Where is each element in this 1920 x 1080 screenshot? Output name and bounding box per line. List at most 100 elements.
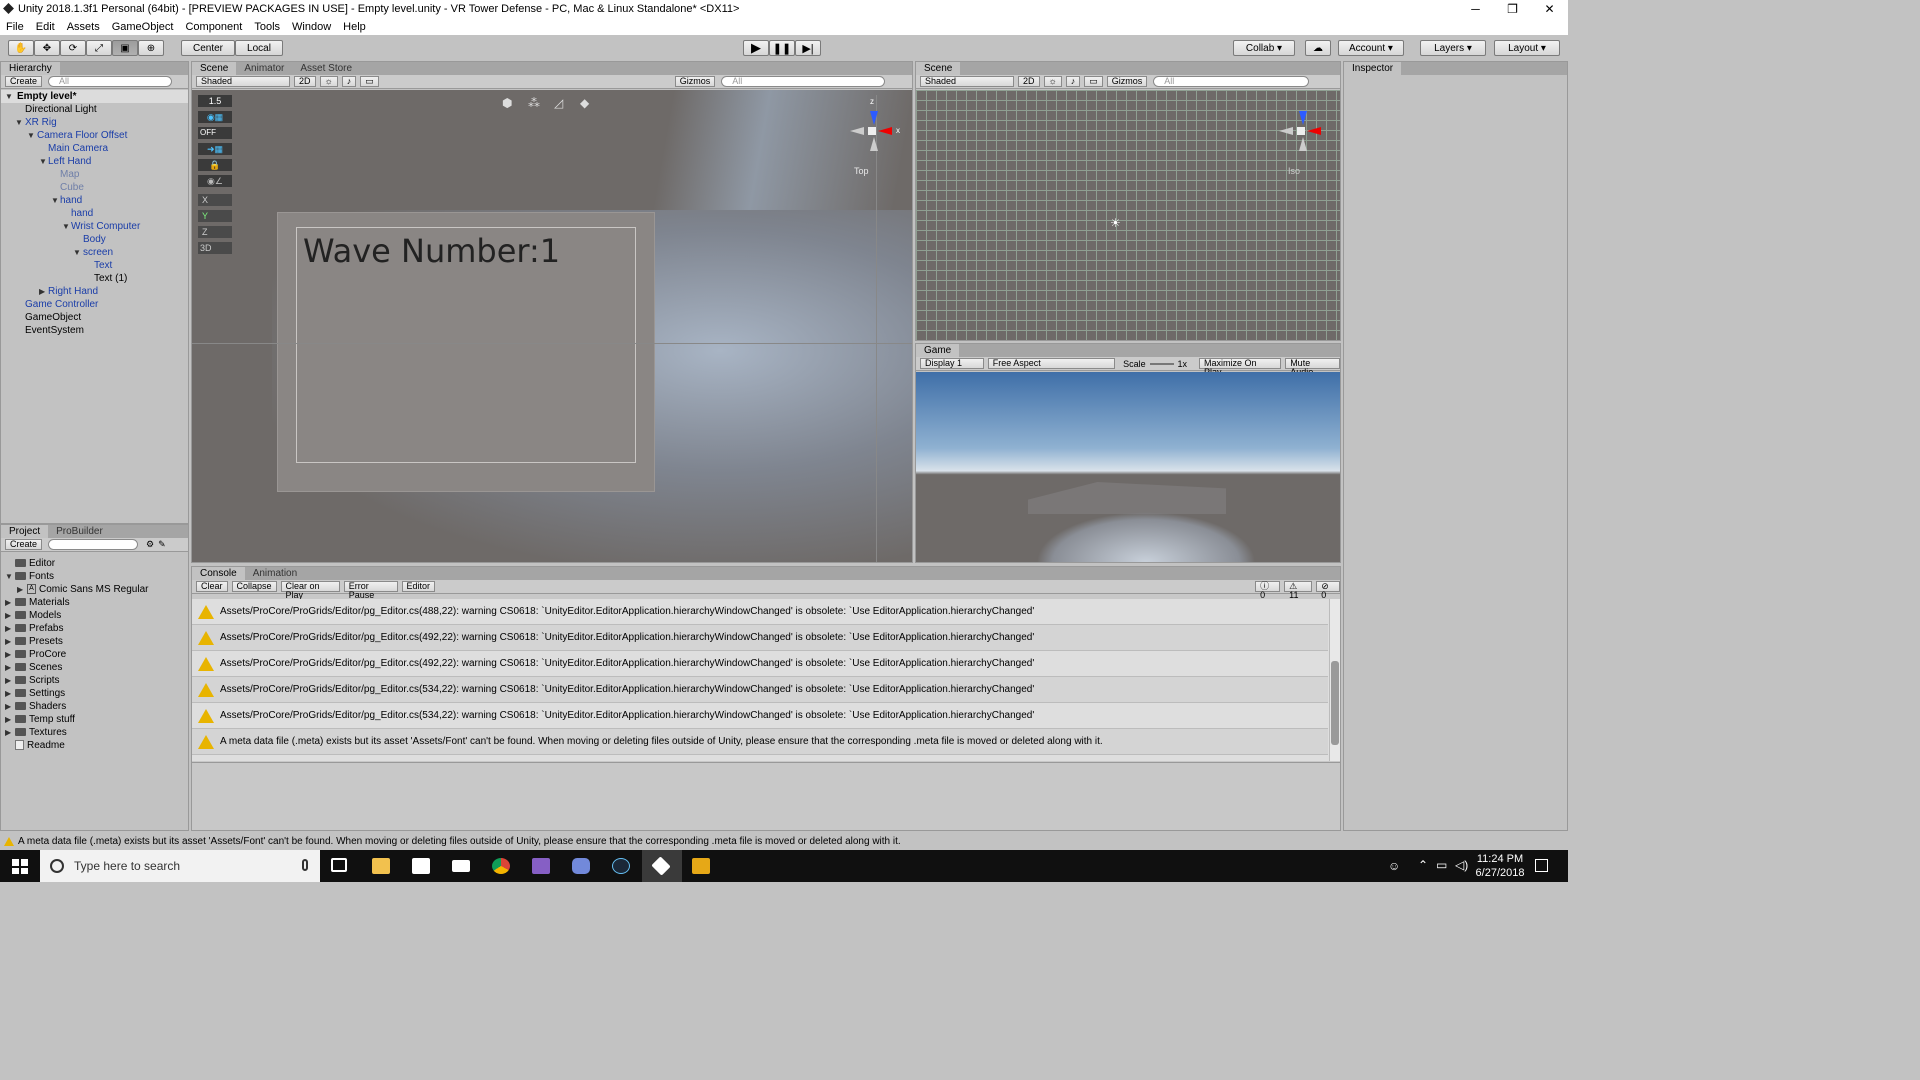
windows-start-icon[interactable] (12, 859, 28, 874)
scale-tool-icon[interactable]: ⤢ (86, 40, 112, 56)
audio-toggle-icon[interactable]: ♪ (1065, 76, 1081, 87)
clock[interactable]: 11:24 PM 6/27/2018 (1474, 852, 1526, 880)
hierarchy-item[interactable]: Right Hand (48, 285, 98, 298)
hierarchy-item[interactable]: Main Camera (48, 142, 108, 155)
filter-type-icon[interactable]: ⚙ (146, 539, 154, 550)
hierarchy-item[interactable]: Directional Light (25, 103, 97, 116)
log-entry[interactable]: A meta data file (.meta) exists but its … (192, 729, 1328, 755)
face-mode-icon[interactable]: ◆ (580, 96, 589, 110)
3d-grid-button[interactable]: 3D (198, 242, 232, 254)
hierarchy-item[interactable]: GameObject (25, 311, 81, 324)
collab-button[interactable]: Collab ▾ (1233, 40, 1295, 56)
taskbar-search-input[interactable]: Type here to search (74, 859, 180, 873)
console-scrollbar[interactable] (1329, 599, 1340, 761)
project-item[interactable]: Presets (15, 635, 63, 648)
project-item[interactable]: Textures (15, 726, 67, 739)
clear-on-play-button[interactable]: Clear on Play (280, 581, 340, 600)
menu-component[interactable]: Component (179, 21, 248, 33)
project-item[interactable]: Scenes (15, 661, 62, 674)
project-item[interactable]: Temp stuff (15, 713, 75, 726)
hierarchy-item[interactable]: Game Controller (25, 298, 98, 311)
log-entry[interactable]: Assets/ProCore/ProGrids/Editor/pg_Editor… (192, 625, 1328, 651)
action-center-icon[interactable] (1535, 859, 1548, 872)
project-item[interactable]: Models (15, 609, 61, 622)
hierarchy-search-input[interactable]: All (48, 76, 173, 87)
minimize-button[interactable]: ─ (1457, 0, 1494, 18)
tab-scene[interactable]: Scene (192, 62, 237, 75)
discord-icon[interactable] (572, 858, 590, 874)
collapse-button[interactable]: Collapse (231, 581, 277, 592)
volume-icon[interactable]: ◁) (1455, 858, 1468, 872)
lock-grid-icon[interactable]: 🔒 (198, 159, 232, 171)
project-create-dropdown[interactable]: Create (5, 539, 43, 550)
tab-probuilder[interactable]: ProBuilder (48, 525, 111, 538)
close-button[interactable]: ✕ (1531, 0, 1568, 18)
info-count-badge[interactable]: ⓘ 0 (1255, 581, 1281, 600)
toggle-2d-button-iso[interactable]: 2D (1018, 76, 1040, 87)
hierarchy-create-dropdown[interactable]: Create (5, 76, 43, 87)
scale-slider[interactable] (1149, 362, 1174, 365)
game-viewport[interactable] (916, 372, 1340, 562)
file-explorer-icon[interactable] (372, 858, 390, 874)
transform-tool-icon[interactable]: ⊕ (138, 40, 164, 56)
angle-visibility-icon[interactable]: ◉∠ (198, 175, 232, 187)
status-message[interactable]: A meta data file (.meta) exists but its … (18, 836, 901, 847)
restore-button[interactable]: ❐ (1494, 0, 1531, 18)
hierarchy-item[interactable]: Text (94, 259, 112, 272)
project-item[interactable]: Shaders (15, 700, 66, 713)
menu-tools[interactable]: Tools (248, 21, 286, 33)
scrollbar-thumb[interactable] (1331, 661, 1339, 745)
hierarchy-item[interactable]: Left Hand (48, 155, 91, 168)
log-entry[interactable]: Assets/ProCore/ProGrids/Editor/pg_Editor… (192, 651, 1328, 677)
z-axis-grid-button[interactable]: Z (198, 226, 232, 238)
microphone-icon[interactable] (302, 859, 308, 871)
error-pause-button[interactable]: Error Pause (343, 581, 398, 600)
layers-dropdown[interactable]: Layers ▾ (1420, 40, 1486, 56)
hierarchy-item[interactable]: Text (1) (94, 272, 127, 285)
hierarchy-item[interactable]: Body (83, 233, 106, 246)
hierarchy-item[interactable]: Camera Floor Offset (37, 129, 127, 142)
aspect-dropdown[interactable]: Free Aspect (987, 358, 1116, 369)
layout-dropdown[interactable]: Layout ▾ (1494, 40, 1560, 56)
pivot-local-button[interactable]: Local (235, 40, 283, 56)
scene-viewport-iso[interactable]: ☀ Iso (916, 90, 1340, 340)
scene-viewport[interactable]: Wave Number:1 1.5 ◉▦ OFF ➜▦ 🔒 ◉∠ X Y Z 3… (192, 90, 912, 562)
hierarchy-item[interactable]: Map (60, 168, 79, 181)
hierarchy-item[interactable]: XR Rig (25, 116, 57, 129)
project-item[interactable]: Readme (15, 739, 65, 752)
shading-mode-dropdown[interactable]: Shaded (196, 76, 290, 87)
people-icon[interactable]: ☺ (1388, 859, 1400, 873)
steam-icon[interactable] (612, 858, 630, 874)
pivot-center-button[interactable]: Center (181, 40, 235, 56)
orientation-gizmo-iso-icon[interactable] (1271, 95, 1331, 165)
network-icon[interactable]: ▭ (1436, 858, 1447, 872)
light-icon[interactable]: ☀ (1110, 216, 1121, 230)
menu-gameobject[interactable]: GameObject (106, 21, 180, 33)
rotate-tool-icon[interactable]: ⟳ (60, 40, 86, 56)
step-icon[interactable]: ▶| (795, 40, 821, 56)
push-to-grid-icon[interactable]: ➜▦ (198, 143, 232, 155)
tab-animator[interactable]: Animator (236, 62, 292, 75)
tab-hierarchy[interactable]: Hierarchy (1, 62, 60, 75)
mute-audio-toggle[interactable]: Mute Audio (1285, 358, 1340, 377)
visual-studio-icon[interactable] (532, 858, 550, 874)
grid-size-field[interactable]: 1.5 (198, 95, 232, 107)
edge-mode-icon[interactable]: ◿ (554, 96, 563, 110)
orientation-gizmo-icon[interactable]: z x (842, 95, 902, 165)
tab-project[interactable]: Project (1, 525, 49, 538)
menu-file[interactable]: File (0, 21, 30, 33)
pubg-icon[interactable] (692, 858, 710, 874)
toggle-2d-button[interactable]: 2D (294, 76, 316, 87)
store-icon[interactable] (412, 858, 430, 874)
project-item[interactable]: Scripts (15, 674, 60, 687)
tab-inspector[interactable]: Inspector (1344, 62, 1402, 75)
chrome-icon[interactable] (492, 858, 510, 874)
project-item[interactable]: Materials (15, 596, 70, 609)
hierarchy-item[interactable]: Cube (60, 181, 84, 194)
scene-iso-search-input[interactable]: All (1153, 76, 1310, 87)
hierarchy-item[interactable]: EventSystem (25, 324, 84, 337)
log-entry[interactable]: Assets/ProCore/ProGrids/Editor/pg_Editor… (192, 677, 1328, 703)
hierarchy-item[interactable]: hand (71, 207, 93, 220)
object-mode-icon[interactable]: ⬢ (502, 96, 512, 110)
shading-mode-dropdown-iso[interactable]: Shaded (920, 76, 1014, 87)
